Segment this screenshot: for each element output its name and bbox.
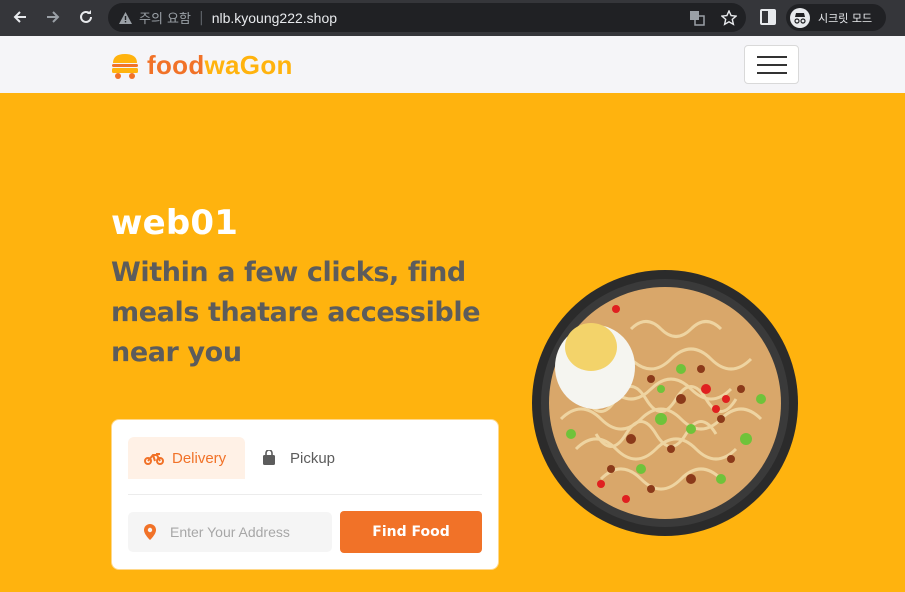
tab-pickup-label: Pickup xyxy=(290,449,336,467)
hero-subtitle: Within a few clicks, find meals thatare … xyxy=(111,257,481,368)
warning-icon xyxy=(117,10,133,26)
tab-delivery-label: Delivery xyxy=(172,449,227,467)
search-card: Delivery Pickup Find Food xyxy=(111,419,499,570)
browser-chrome: 주의 요함 | nlb.kyoung222.shop 시크릿 모드 xyxy=(0,0,905,36)
forward-arrow-icon xyxy=(47,11,60,23)
location-pin-icon xyxy=(144,524,156,540)
incognito-label: 시크릿 모드 xyxy=(818,11,873,25)
hero-title: web01 xyxy=(111,203,239,243)
logo-text-wagon: waGon xyxy=(204,50,293,80)
side-panel-icon[interactable] xyxy=(760,9,776,25)
security-warning-text: 주의 요함 xyxy=(139,12,191,27)
bookmark-star-icon[interactable] xyxy=(720,9,738,27)
motorcycle-icon xyxy=(144,450,164,466)
tab-pickup[interactable]: Pickup xyxy=(262,437,335,479)
hamburger-line xyxy=(756,63,787,66)
site-header: foodwaGon xyxy=(0,36,905,93)
hamburger-line xyxy=(756,55,787,58)
address-input[interactable] xyxy=(170,524,320,540)
back-arrow-icon xyxy=(13,11,26,23)
logo-text: foodwaGon xyxy=(147,50,293,81)
back-button[interactable] xyxy=(9,6,31,28)
translate-icon[interactable] xyxy=(688,9,706,27)
incognito-badge[interactable]: 시크릿 모드 xyxy=(786,4,886,31)
shopping-bag-icon xyxy=(262,450,282,466)
menu-toggle-button[interactable] xyxy=(744,45,799,84)
address-field[interactable] xyxy=(128,512,332,552)
url-text[interactable]: nlb.kyoung222.shop xyxy=(212,10,337,26)
tab-delivery[interactable]: Delivery xyxy=(128,437,245,479)
logo[interactable]: foodwaGon xyxy=(110,50,293,81)
omnibox-separator: | xyxy=(198,9,204,26)
reload-button[interactable] xyxy=(75,6,97,28)
hamburger-line xyxy=(756,71,787,74)
incognito-icon xyxy=(790,7,810,28)
food-truck-logo-icon xyxy=(112,53,138,79)
address-bar[interactable]: 주의 요함 | nlb.kyoung222.shop xyxy=(108,3,746,32)
forward-button[interactable] xyxy=(42,6,64,28)
noodle-bowl-image xyxy=(532,270,798,536)
logo-text-food: food xyxy=(147,50,205,80)
find-food-button[interactable]: Find Food xyxy=(340,511,482,553)
card-divider xyxy=(128,494,482,495)
reload-icon xyxy=(80,10,92,23)
